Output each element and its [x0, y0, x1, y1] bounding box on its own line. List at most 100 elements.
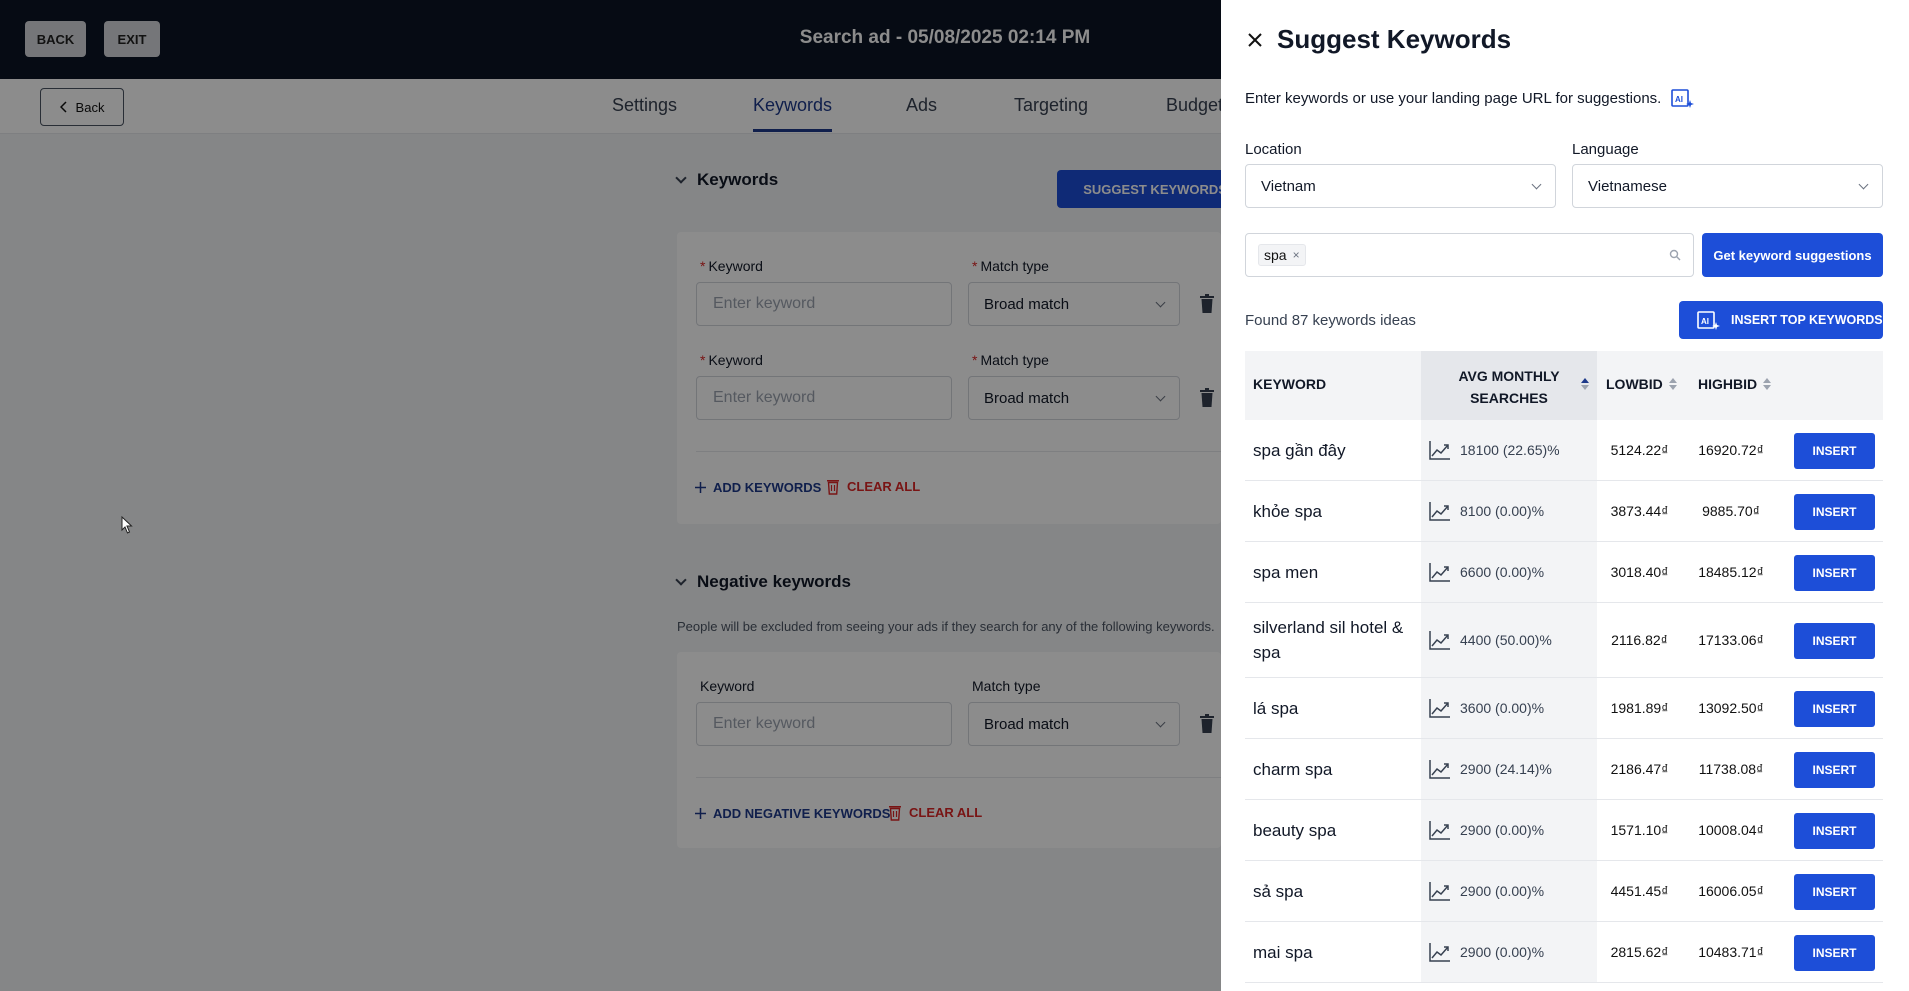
- result-keyword: khỏe spa: [1253, 501, 1322, 521]
- col-lowbid-label: LOWBID: [1606, 376, 1663, 392]
- table-row: silverland sil hotel & spa 4400 (50.00)% 2…: [1245, 603, 1883, 678]
- trend-up-icon: [1429, 760, 1450, 779]
- result-keyword: silverland sil hotel & spa: [1253, 618, 1404, 662]
- result-avg-value: 3600 (0.00)%: [1460, 700, 1545, 716]
- result-avg-searches: 2900 (24.14)%: [1421, 739, 1597, 799]
- result-avg-value: 18100 (22.65)%: [1460, 442, 1560, 458]
- mouse-cursor-icon: [121, 516, 133, 534]
- result-highbid: 10483.71₫: [1698, 944, 1764, 960]
- result-keyword: sả spa: [1253, 881, 1304, 901]
- insert-button[interactable]: INSERT: [1794, 493, 1875, 530]
- trend-up-icon: [1429, 631, 1450, 650]
- modal-overlay[interactable]: [0, 0, 1221, 991]
- insert-button[interactable]: INSERT: [1794, 934, 1875, 971]
- result-highbid: 13092.50₫: [1698, 700, 1764, 716]
- insert-top-keywords-label: INSERT TOP KEYWORDS: [1731, 313, 1883, 327]
- table-row: mai spa 2900 (0.00)% 2815.62₫ 10483.71₫ INSE…: [1245, 922, 1883, 983]
- insert-button[interactable]: INSERT: [1794, 622, 1875, 659]
- table-row: lá spa 3600 (0.00)% 1981.89₫ 13092.50₫ INSER…: [1245, 678, 1883, 739]
- col-avg-line1: AVG MONTHLY: [1458, 368, 1560, 384]
- language-select[interactable]: Vietnamese: [1572, 164, 1883, 208]
- keyword-tag-text: spa: [1264, 247, 1287, 263]
- result-keyword: beauty spa: [1253, 820, 1337, 840]
- result-highbid: 11738.08₫: [1698, 761, 1764, 777]
- result-avg-searches: 18100 (22.65)%: [1421, 420, 1597, 480]
- result-lowbid: 1981.89₫: [1610, 700, 1669, 716]
- get-keyword-suggestions-button[interactable]: Get keyword suggestions: [1702, 233, 1883, 277]
- result-avg-value: 2900 (0.00)%: [1460, 822, 1545, 838]
- result-highbid: 10008.04₫: [1698, 822, 1764, 838]
- trend-up-icon: [1429, 882, 1450, 901]
- result-highbid: 17133.06₫: [1698, 632, 1764, 648]
- result-avg-value: 2900 (0.00)%: [1460, 944, 1545, 960]
- svg-text:AI: AI: [1675, 95, 1683, 104]
- trend-up-icon: [1429, 821, 1450, 840]
- drawer-title: Suggest Keywords: [1277, 24, 1512, 54]
- language-value: Vietnamese: [1588, 177, 1667, 195]
- ai-sparkle-icon: AI: [1697, 311, 1720, 330]
- result-keyword: charm spa: [1253, 759, 1333, 779]
- insert-button[interactable]: INSERT: [1794, 751, 1875, 788]
- result-highbid: 16006.05₫: [1698, 883, 1764, 899]
- location-label: Location: [1245, 141, 1302, 158]
- language-label: Language: [1572, 141, 1639, 158]
- insert-button[interactable]: INSERT: [1794, 873, 1875, 910]
- insert-button[interactable]: INSERT: [1794, 812, 1875, 849]
- result-lowbid: 2116.82₫: [1611, 632, 1668, 648]
- result-lowbid: 2186.47₫: [1610, 761, 1669, 777]
- result-lowbid: 3018.40₫: [1610, 564, 1669, 580]
- location-select[interactable]: Vietnam: [1245, 164, 1556, 208]
- result-keyword: lá spa: [1253, 698, 1299, 718]
- table-row: beauty spa 2900 (0.00)% 1571.10₫ 10008.04₫ I…: [1245, 800, 1883, 861]
- result-avg-searches: 4400 (50.00)%: [1421, 603, 1597, 677]
- result-lowbid: 2815.62₫: [1610, 944, 1669, 960]
- insert-button[interactable]: INSERT: [1794, 432, 1875, 469]
- trend-up-icon: [1429, 502, 1450, 521]
- result-avg-value: 2900 (24.14)%: [1460, 761, 1552, 777]
- drawer-hint: Enter keywords or use your landing page …: [1245, 87, 1695, 109]
- result-avg-value: 6600 (0.00)%: [1460, 564, 1545, 580]
- remove-tag-icon[interactable]: ×: [1293, 248, 1300, 262]
- result-keyword: spa men: [1253, 562, 1319, 582]
- col-avg-monthly-searches[interactable]: AVG MONTHLY SEARCHES: [1421, 351, 1597, 420]
- result-highbid: 16920.72₫: [1698, 442, 1764, 458]
- result-lowbid: 5124.22₫: [1610, 442, 1669, 458]
- result-avg-searches: 3600 (0.00)%: [1421, 678, 1597, 738]
- result-avg-searches: 2900 (0.00)%: [1421, 861, 1597, 921]
- insert-button[interactable]: INSERT: [1794, 690, 1875, 727]
- sort-icon: [1581, 378, 1589, 390]
- col-lowbid[interactable]: LOWBID: [1606, 376, 1677, 392]
- result-keyword: mai spa: [1253, 942, 1313, 962]
- result-avg-searches: 6600 (0.00)%: [1421, 542, 1597, 602]
- trend-up-icon: [1429, 441, 1450, 460]
- suggest-keywords-drawer: Suggest Keywords Enter keywords or use y…: [1221, 0, 1909, 991]
- sort-icon: [1763, 378, 1772, 390]
- insert-top-keywords-button[interactable]: AI INSERT TOP KEYWORDS: [1679, 301, 1883, 339]
- col-highbid[interactable]: HIGHBID: [1698, 376, 1772, 392]
- chevron-down-icon: [1531, 179, 1542, 189]
- svg-text:AI: AI: [1701, 317, 1709, 326]
- close-icon[interactable]: [1247, 32, 1263, 48]
- result-lowbid: 4451.45₫: [1610, 883, 1669, 899]
- found-count: Found 87 keywords ideas: [1245, 312, 1416, 329]
- keyword-tag-input[interactable]: spa ×: [1245, 233, 1694, 277]
- sort-icon: [1668, 378, 1677, 390]
- trend-up-icon: [1429, 699, 1450, 718]
- insert-button[interactable]: INSERT: [1794, 554, 1875, 591]
- col-avg-line2: SEARCHES: [1470, 390, 1548, 406]
- drawer-hint-text: Enter keywords or use your landing page …: [1245, 89, 1662, 107]
- result-lowbid: 3873.44₫: [1610, 503, 1669, 519]
- result-avg-value: 8100 (0.00)%: [1460, 503, 1545, 519]
- table-row: charm spa 2900 (24.14)% 2186.47₫ 11738.08₫ I…: [1245, 739, 1883, 800]
- result-highbid: 9885.70₫: [1702, 503, 1760, 519]
- chevron-down-icon: [1858, 179, 1869, 189]
- table-row: sả spa 2900 (0.00)% 4451.45₫ 16006.05₫ INSER…: [1245, 861, 1883, 922]
- result-keyword: spa gần đây: [1253, 440, 1346, 460]
- table-row: spa gần đây 18100 (22.65)% 5124.22₫ 16920.7…: [1245, 420, 1883, 481]
- result-avg-searches: 8100 (0.00)%: [1421, 481, 1597, 541]
- result-avg-value: 2900 (0.00)%: [1460, 883, 1545, 899]
- col-keyword: KEYWORD: [1253, 376, 1327, 392]
- table-row: khỏe spa 8100 (0.00)% 3873.44₫ 9885.70₫ INSE…: [1245, 481, 1883, 542]
- keyword-tag: spa ×: [1258, 244, 1306, 266]
- col-highbid-label: HIGHBID: [1698, 376, 1758, 392]
